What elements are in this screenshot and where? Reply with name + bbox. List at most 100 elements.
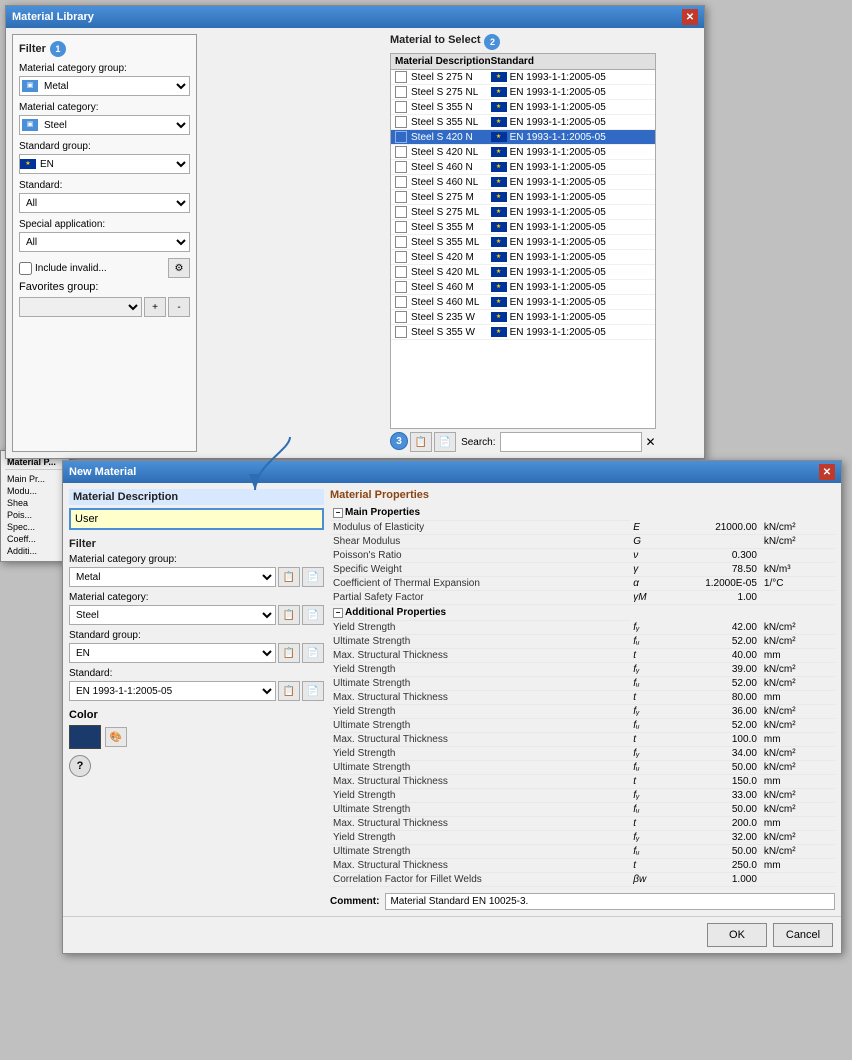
row-checkbox-5[interactable] <box>395 146 407 158</box>
row-checkbox-8[interactable] <box>395 191 407 203</box>
prop-val-3[interactable]: 78.50 <box>664 563 760 577</box>
category-select[interactable]: Steel <box>40 116 189 134</box>
table-row[interactable]: Steel S 420 M ★ EN 1993-1-1:2005-05 <box>391 250 655 265</box>
row-checkbox-1[interactable] <box>395 86 407 98</box>
add-prop-val-10[interactable]: 50.00 <box>664 761 760 775</box>
add-prop-val-9[interactable]: 34.00 <box>664 747 760 761</box>
row-checkbox-2[interactable] <box>395 101 407 113</box>
new-mat-catgroup-btn1[interactable]: 📋 <box>278 567 300 587</box>
row-checkbox-13[interactable] <box>395 266 407 278</box>
search-input[interactable] <box>500 432 642 452</box>
table-row[interactable]: Steel S 235 W ★ EN 1993-1-1:2005-05 <box>391 310 655 325</box>
new-mat-std-select[interactable]: EN 1993-1-1:2005-05 <box>69 681 276 701</box>
add-prop-val-7[interactable]: 52.00 <box>664 719 760 733</box>
row-checkbox-14[interactable] <box>395 281 407 293</box>
row-checkbox-7[interactable] <box>395 176 407 188</box>
color-pick-btn[interactable]: 🎨 <box>105 727 127 747</box>
row-checkbox-10[interactable] <box>395 221 407 233</box>
standard-group-select[interactable]: EN <box>36 155 189 173</box>
row-checkbox-17[interactable] <box>395 326 407 338</box>
add-prop-val-12[interactable]: 33.00 <box>664 789 760 803</box>
row-checkbox-11[interactable] <box>395 236 407 248</box>
add-prop-val-14[interactable]: 200.0 <box>664 817 760 831</box>
table-row[interactable]: Steel S 460 M ★ EN 1993-1-1:2005-05 <box>391 280 655 295</box>
table-row[interactable]: Steel S 460 ML ★ EN 1993-1-1:2005-05 <box>391 295 655 310</box>
standard-select[interactable]: All <box>19 193 190 213</box>
new-mat-stdgroup-btn1[interactable]: 📋 <box>278 643 300 663</box>
new-mat-stdgroup-select[interactable]: EN <box>69 643 276 663</box>
table-row[interactable]: Steel S 275 M ★ EN 1993-1-1:2005-05 <box>391 190 655 205</box>
new-mat-stdgroup-btn2[interactable]: 📄 <box>302 643 324 663</box>
row-checkbox-15[interactable] <box>395 296 407 308</box>
table-row[interactable]: Steel S 460 N ★ EN 1993-1-1:2005-05 <box>391 160 655 175</box>
add-prop-val-11[interactable]: 150.0 <box>664 775 760 789</box>
new-mat-category-select[interactable]: Steel <box>69 605 276 625</box>
add-prop-val-2[interactable]: 40.00 <box>664 649 760 663</box>
add-prop-val-16[interactable]: 50.00 <box>664 845 760 859</box>
table-row[interactable]: Steel S 355 ML ★ EN 1993-1-1:2005-05 <box>391 235 655 250</box>
table-row[interactable]: Steel S 355 W ★ EN 1993-1-1:2005-05 <box>391 325 655 340</box>
search-clear-btn[interactable]: ✕ <box>646 435 656 449</box>
include-invalid-btn[interactable]: ⚙ <box>168 258 190 278</box>
favorites-select[interactable] <box>19 297 142 317</box>
table-row[interactable]: Steel S 420 NL ★ EN 1993-1-1:2005-05 <box>391 145 655 160</box>
material-library-close-button[interactable]: ✕ <box>682 9 698 25</box>
new-mat-std-btn1[interactable]: 📋 <box>278 681 300 701</box>
table-row[interactable]: Steel S 355 M ★ EN 1993-1-1:2005-05 <box>391 220 655 235</box>
table-row[interactable]: Steel S 355 N ★ EN 1993-1-1:2005-05 <box>391 100 655 115</box>
add-prop-val-1[interactable]: 52.00 <box>664 635 760 649</box>
row-checkbox-3[interactable] <box>395 116 407 128</box>
prop-val-2[interactable]: 0.300 <box>664 549 760 563</box>
table-row[interactable]: Steel S 460 NL ★ EN 1993-1-1:2005-05 <box>391 175 655 190</box>
toolbar-btn-2[interactable]: 📄 <box>434 432 456 452</box>
new-mat-category-group-select[interactable]: Metal <box>69 567 276 587</box>
mat-desc-input[interactable] <box>69 508 324 530</box>
special-app-select[interactable]: All <box>19 232 190 252</box>
prop-val-4[interactable]: 1.2000E-05 <box>664 577 760 591</box>
cancel-button[interactable]: Cancel <box>773 923 833 947</box>
row-checkbox-6[interactable] <box>395 161 407 173</box>
prop-sym-4: α <box>630 577 664 591</box>
row-checkbox-4[interactable] <box>395 131 407 143</box>
additional-props-expand[interactable]: − <box>333 608 343 618</box>
new-mat-catgroup-btn2[interactable]: 📄 <box>302 567 324 587</box>
new-mat-cat-btn1[interactable]: 📋 <box>278 605 300 625</box>
new-mat-std-btn2[interactable]: 📄 <box>302 681 324 701</box>
row-checkbox-0[interactable] <box>395 71 407 83</box>
row-checkbox-9[interactable] <box>395 206 407 218</box>
add-prop-val-4[interactable]: 52.00 <box>664 677 760 691</box>
prop-val-5[interactable]: 1.00 <box>664 591 760 605</box>
add-prop-val-3[interactable]: 39.00 <box>664 663 760 677</box>
add-prop-val-6[interactable]: 36.00 <box>664 705 760 719</box>
add-prop-val-17[interactable]: 250.0 <box>664 859 760 873</box>
add-prop-val-15[interactable]: 32.00 <box>664 831 760 845</box>
add-prop-val-18[interactable]: 1.000 <box>664 873 760 887</box>
new-material-close-button[interactable]: ✕ <box>819 464 835 480</box>
prop-val-0[interactable]: 21000.00 <box>664 521 760 535</box>
add-prop-val-5[interactable]: 80.00 <box>664 691 760 705</box>
color-swatch[interactable] <box>69 725 101 749</box>
toolbar-btn-1[interactable]: 📋 <box>410 432 432 452</box>
main-props-expand[interactable]: − <box>333 508 343 518</box>
new-mat-cat-btn2[interactable]: 📄 <box>302 605 324 625</box>
favorites-add-btn[interactable]: + <box>144 297 166 317</box>
new-mat-category-label: Material category: <box>69 592 324 603</box>
table-row[interactable]: Steel S 355 NL ★ EN 1993-1-1:2005-05 <box>391 115 655 130</box>
add-prop-val-8[interactable]: 100.0 <box>664 733 760 747</box>
table-row[interactable]: Steel S 420 ML ★ EN 1993-1-1:2005-05 <box>391 265 655 280</box>
add-prop-val-13[interactable]: 50.00 <box>664 803 760 817</box>
category-group-select[interactable]: Metal <box>40 77 189 95</box>
table-row[interactable]: Steel S 420 N ★ EN 1993-1-1:2005-05 <box>391 130 655 145</box>
prop-val-1[interactable] <box>664 535 760 549</box>
mat-table-body[interactable]: Steel S 275 N ★ EN 1993-1-1:2005-05 Stee… <box>390 69 656 429</box>
row-checkbox-12[interactable] <box>395 251 407 263</box>
favorites-del-btn[interactable]: - <box>168 297 190 317</box>
add-prop-val-0[interactable]: 42.00 <box>664 621 760 635</box>
table-row[interactable]: Steel S 275 NL ★ EN 1993-1-1:2005-05 <box>391 85 655 100</box>
table-row[interactable]: Steel S 275 N ★ EN 1993-1-1:2005-05 <box>391 70 655 85</box>
help-button[interactable]: ? <box>69 755 91 777</box>
table-row[interactable]: Steel S 275 ML ★ EN 1993-1-1:2005-05 <box>391 205 655 220</box>
row-checkbox-16[interactable] <box>395 311 407 323</box>
ok-button[interactable]: OK <box>707 923 767 947</box>
include-invalid-checkbox[interactable] <box>19 262 32 275</box>
